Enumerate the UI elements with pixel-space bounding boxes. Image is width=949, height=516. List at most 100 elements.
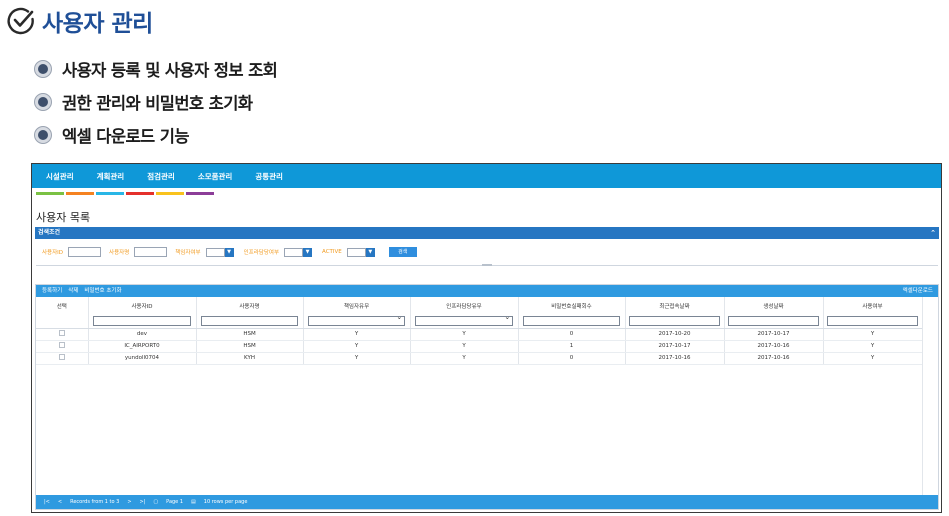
- filter-input-use[interactable]: [827, 315, 918, 326]
- cell-pwfail: 0: [518, 352, 626, 365]
- row-checkbox[interactable]: [58, 354, 65, 360]
- search-panel-header: 검색조건 ⌃: [35, 227, 939, 239]
- rows-per-page-select[interactable]: 10 rows per page: [204, 495, 248, 509]
- feature-label: 권한 관리와 비밀번호 초기화: [62, 94, 253, 113]
- column-header[interactable]: 선택: [36, 297, 89, 314]
- cell-infra: Y: [410, 352, 519, 365]
- accent-bar: [126, 192, 154, 195]
- cell-userid: dev: [88, 328, 197, 341]
- cell-infra: Y: [410, 340, 519, 353]
- feature-label: 엑셀 다운로드 기능: [62, 127, 190, 146]
- row-checkbox[interactable]: [58, 330, 65, 336]
- cell-use: Y: [823, 352, 923, 365]
- cell-userid: IC_AIRPORT0: [88, 340, 197, 353]
- prev-page-icon[interactable]: <: [58, 495, 62, 509]
- first-page-icon[interactable]: |<: [44, 495, 50, 509]
- records-info: Records from 1 to 3: [70, 499, 120, 505]
- cell-use: Y: [823, 340, 923, 353]
- cell-created: 2017-10-16: [724, 340, 824, 353]
- table-row[interactable]: IC_AIRPORT0 HSM Y Y 1 2017-10-17 2017-10…: [36, 340, 923, 353]
- search-input-userid[interactable]: [68, 247, 102, 257]
- user-table: 선택 사용자ID 사용자명 책임자유무 인프라담당유무 비밀번호실패회수 최근접…: [36, 297, 923, 365]
- column-header[interactable]: 책임자유무: [303, 297, 411, 314]
- nav-item-facility[interactable]: 시설관리: [46, 171, 74, 182]
- page-icon: ▢: [153, 499, 159, 505]
- grid-scrollbar[interactable]: [922, 297, 938, 497]
- panel-divider: [36, 264, 938, 266]
- filter-select-infra[interactable]: [414, 313, 514, 326]
- cell-manager: Y: [303, 328, 411, 341]
- nav-item-inspection[interactable]: 점검관리: [147, 171, 175, 182]
- chevron-down-icon: ▼: [224, 247, 234, 257]
- cell-last-login: 2017-10-17: [625, 340, 725, 353]
- table-header-row: 선택 사용자ID 사용자명 책임자유무 인프라담당유무 비밀번호실패회수 최근접…: [36, 297, 923, 314]
- filter-input-last-login[interactable]: [629, 315, 720, 326]
- search-select-manager[interactable]: ▼: [205, 247, 234, 257]
- search-label-active: ACTIVE: [322, 249, 342, 255]
- cell-manager: Y: [303, 340, 411, 353]
- filter-input-pwfail[interactable]: [522, 315, 621, 326]
- register-button[interactable]: 등록하기: [42, 285, 62, 297]
- cell-last-login: 2017-10-16: [625, 352, 725, 365]
- filter-input-username[interactable]: [200, 315, 299, 326]
- feature-item: 엑셀 다운로드 기능: [34, 124, 277, 146]
- table-row[interactable]: dev HSM Y Y 0 2017-10-20 2017-10-17 Y: [36, 328, 923, 341]
- bullet-icon: [34, 93, 52, 111]
- filter-input-userid[interactable]: [92, 315, 192, 326]
- page-select[interactable]: Page 1: [166, 495, 183, 509]
- nav-item-plan[interactable]: 계획관리: [97, 171, 125, 182]
- filter-select-manager[interactable]: [307, 313, 406, 326]
- rows-icon: ▤: [191, 499, 196, 505]
- accent-bar: [156, 192, 184, 195]
- next-page-icon[interactable]: >: [127, 495, 131, 509]
- feature-item: 사용자 등록 및 사용자 정보 조회: [34, 58, 278, 80]
- slide-title-text: 사용자 관리: [42, 11, 153, 37]
- grid-toolbar: 등록하기 삭제 비밀번호 초기화 엑셀다운로드: [36, 285, 938, 297]
- cell-userid: yundoll0704: [88, 352, 197, 365]
- table-row[interactable]: yundoll0704 KYH Y Y 0 2017-10-16 2017-10…: [36, 352, 923, 365]
- cell-infra: Y: [410, 328, 519, 341]
- collapse-icon[interactable]: ⌃: [930, 227, 936, 239]
- search-select-active[interactable]: ▼: [346, 247, 375, 257]
- feature-label: 사용자 등록 및 사용자 정보 조회: [62, 61, 278, 80]
- row-checkbox[interactable]: [58, 342, 65, 348]
- nav-item-common[interactable]: 공통관리: [255, 171, 283, 182]
- chevron-down-icon: ▼: [303, 247, 313, 257]
- search-select-infra[interactable]: ▼: [284, 247, 313, 257]
- accent-bar: [36, 192, 64, 195]
- filter-input-created[interactable]: [728, 315, 819, 326]
- column-header[interactable]: 비밀번호실패회수: [518, 297, 626, 314]
- slide-title: 사용자 관리: [6, 3, 153, 39]
- last-page-icon[interactable]: >|: [140, 495, 146, 509]
- bullet-icon: [34, 126, 52, 144]
- search-label-userid: 사용자ID: [42, 250, 64, 256]
- top-navigation: 시설관리 계획관리 점검관리 소모품관리 공통관리: [32, 164, 941, 188]
- delete-button[interactable]: 삭제: [68, 285, 78, 297]
- column-header[interactable]: 사용자ID: [88, 297, 197, 314]
- cell-pwfail: 1: [518, 340, 626, 353]
- cell-username: HSM: [196, 340, 304, 353]
- cell-created: 2017-10-16: [724, 352, 824, 365]
- column-header[interactable]: 사용여부: [823, 297, 923, 314]
- search-label-username: 사용자명: [109, 250, 130, 256]
- search-label-infra: 인프라담당여부: [243, 250, 280, 256]
- cell-use: Y: [823, 328, 923, 341]
- user-grid: 등록하기 삭제 비밀번호 초기화 엑셀다운로드 선택 사용자ID 사용자명 책임…: [35, 284, 939, 510]
- search-input-username[interactable]: [134, 247, 168, 257]
- color-accent-bars: [36, 192, 214, 195]
- page-title: 사용자 목록: [36, 211, 91, 224]
- search-button[interactable]: 검색: [388, 247, 417, 257]
- feature-list: 사용자 등록 및 사용자 정보 조회 권한 관리와 비밀번호 초기화 엑셀 다운…: [34, 58, 278, 157]
- bullet-icon: [34, 60, 52, 78]
- app-screenshot: 시설관리 계획관리 점검관리 소모품관리 공통관리 사용자 목록 검색조건 ⌃ …: [31, 163, 942, 513]
- column-header[interactable]: 사용자명: [196, 297, 304, 314]
- column-header[interactable]: 생성날짜: [724, 297, 824, 314]
- accent-bar: [96, 192, 124, 195]
- excel-download-button[interactable]: 엑셀다운로드: [903, 285, 933, 297]
- reset-password-button[interactable]: 비밀번호 초기화: [84, 285, 121, 297]
- accent-bar: [186, 192, 214, 195]
- search-row: 사용자ID 사용자명 책임자여부 ▼ 인프라담당여부 ▼ ACTIVE ▼ 검색: [35, 239, 939, 265]
- nav-item-consumables[interactable]: 소모품관리: [198, 171, 233, 182]
- column-header[interactable]: 최근접속날짜: [625, 297, 725, 314]
- column-header[interactable]: 인프라담당유무: [410, 297, 519, 314]
